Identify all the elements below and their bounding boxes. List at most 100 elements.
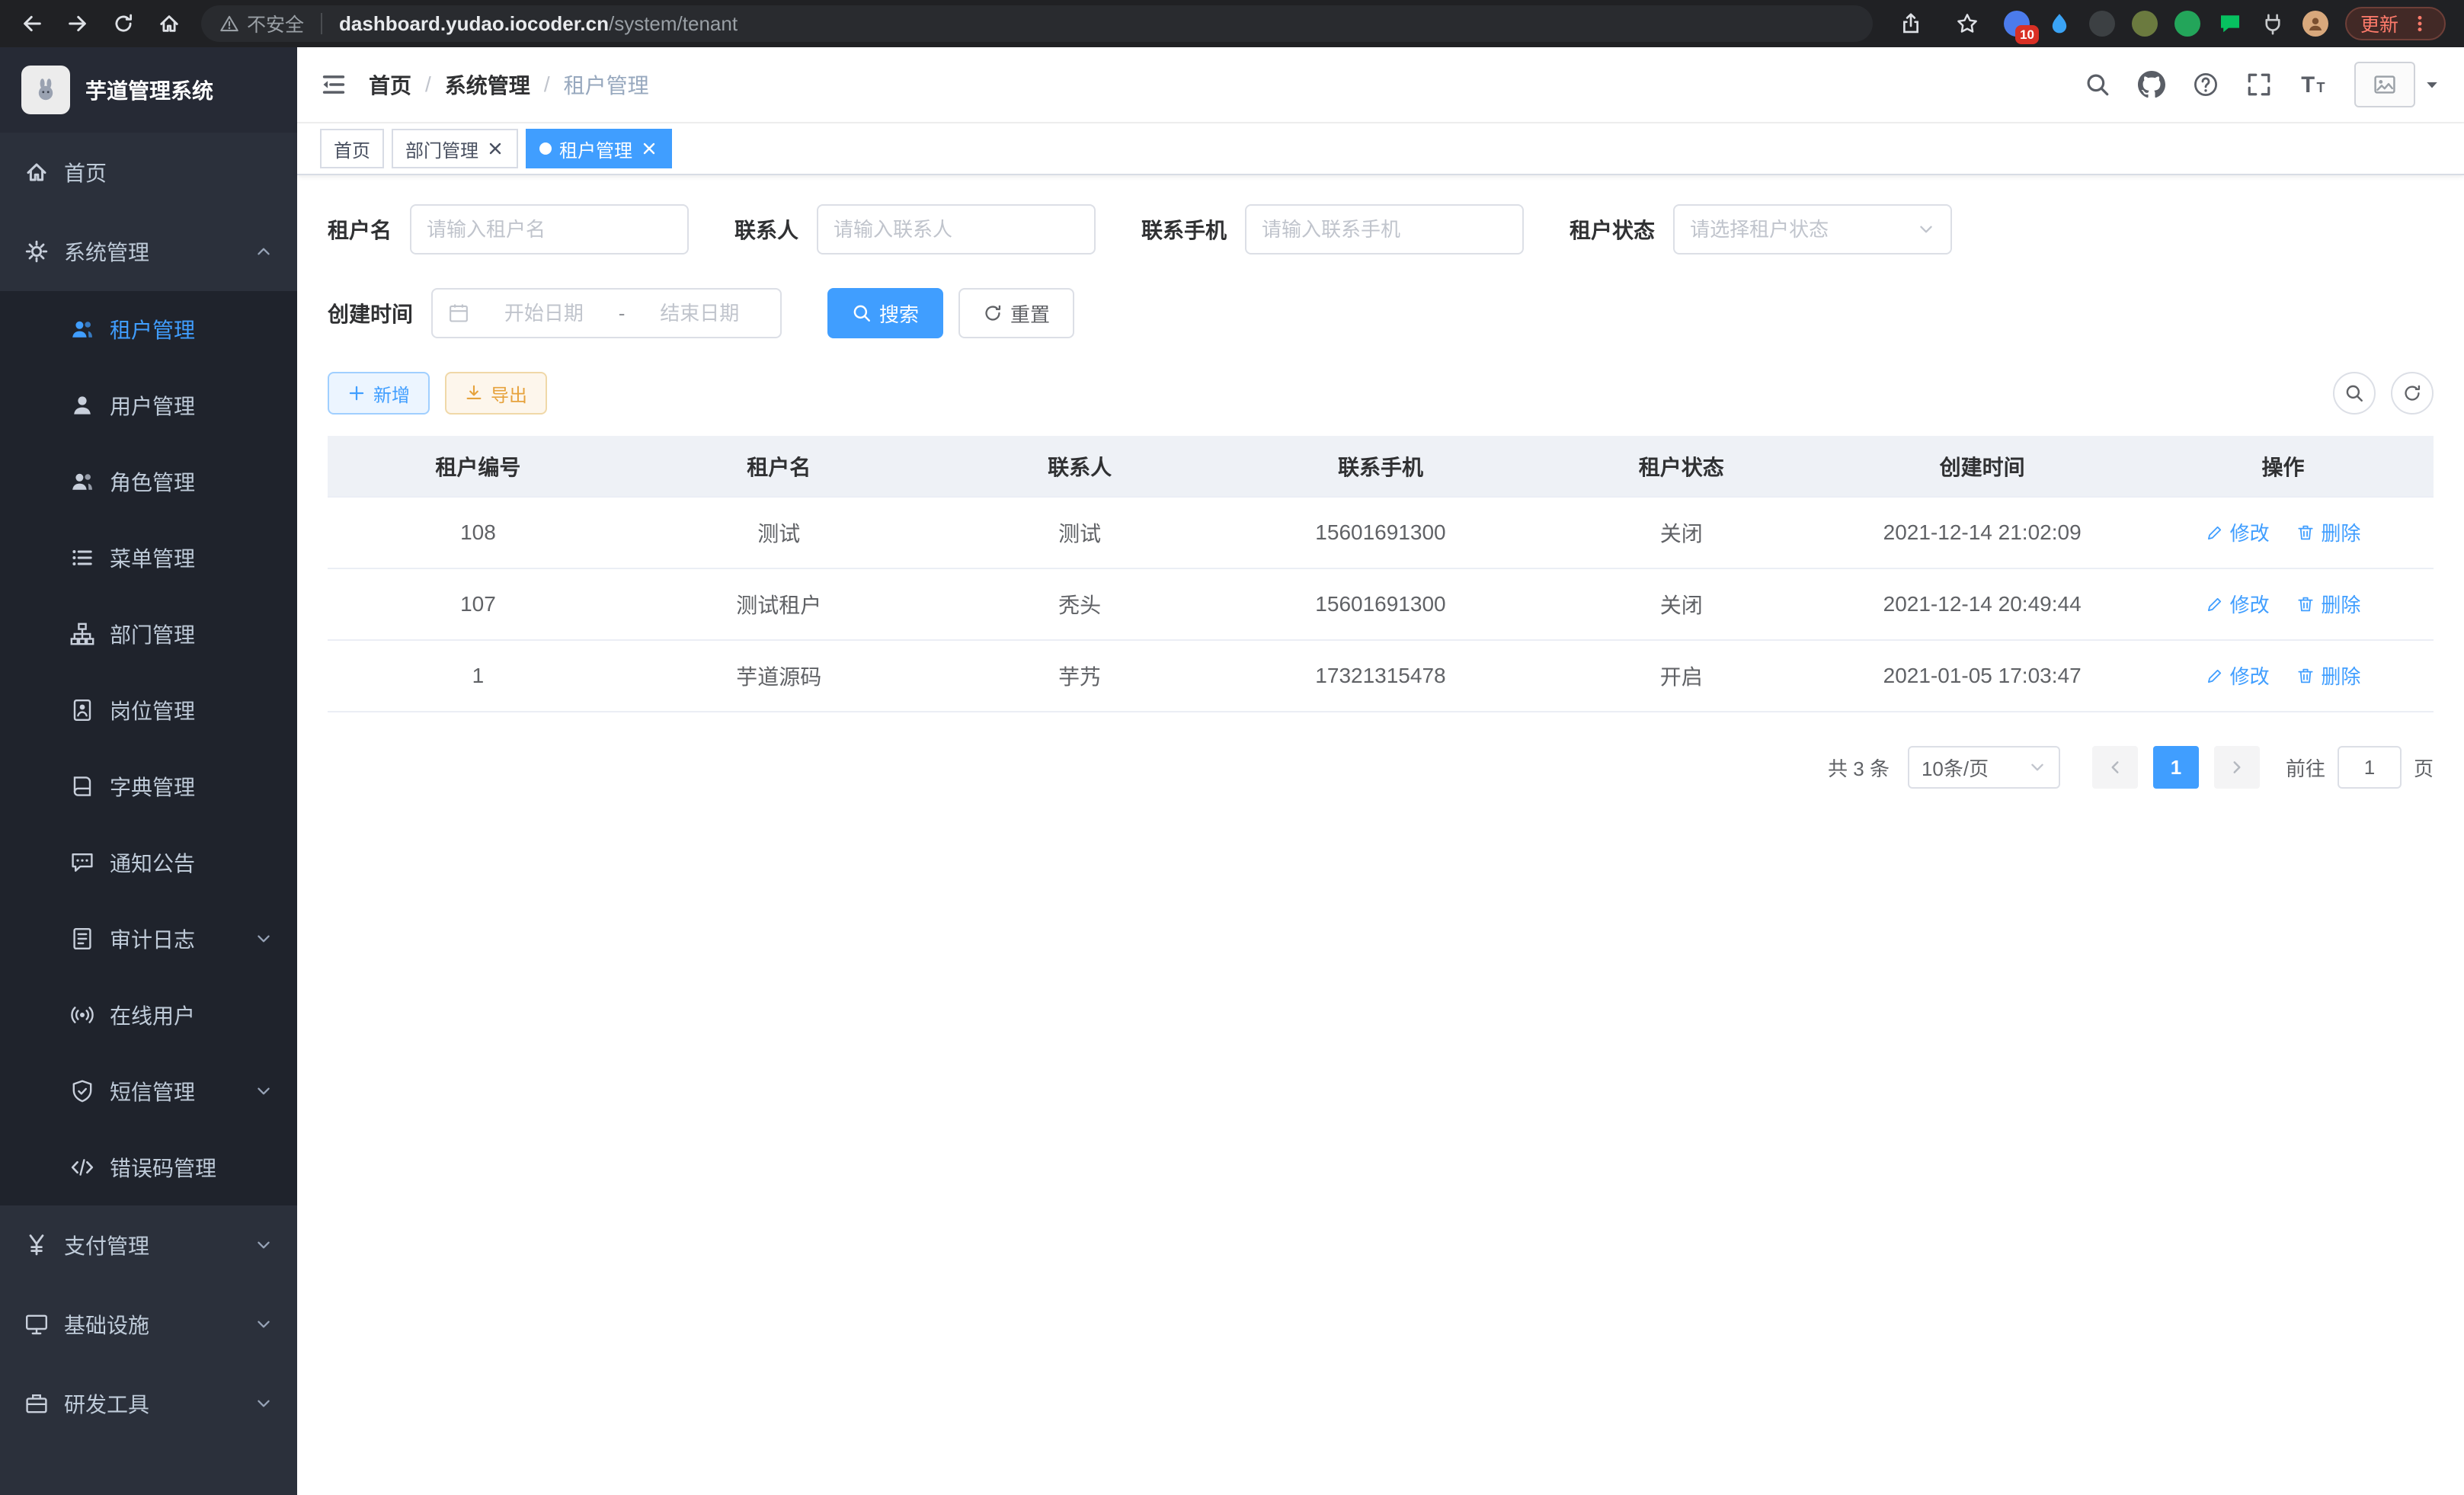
extension-icon-3[interactable] — [2089, 11, 2115, 37]
sidebar-item-home[interactable]: 首页 — [0, 133, 297, 212]
caret-down-icon — [2423, 75, 2441, 94]
star-icon — [1956, 12, 1979, 35]
sidebar-item-notice[interactable]: 通知公告 — [0, 824, 297, 901]
reset-button-label: 重置 — [1010, 299, 1050, 328]
tab-dept[interactable]: 部门管理 — [392, 129, 518, 168]
sidebar-item-menu[interactable]: 菜单管理 — [0, 520, 297, 596]
status-select-input[interactable] — [1690, 218, 1908, 242]
contact-input[interactable] — [834, 218, 1079, 242]
field-label: 租户状态 — [1570, 214, 1655, 245]
sidebar-item-tenant[interactable]: 租户管理 — [0, 291, 297, 367]
tab-home[interactable]: 首页 — [320, 129, 384, 168]
share-button[interactable] — [1891, 4, 1931, 43]
chevron-right-icon — [2228, 758, 2246, 776]
shield-icon — [70, 1079, 94, 1103]
sidebar-item-user[interactable]: 用户管理 — [0, 367, 297, 443]
search-button[interactable]: 搜索 — [827, 288, 943, 338]
sidebar-item-infra[interactable]: 基础设施 — [0, 1285, 297, 1364]
status-select[interactable] — [1673, 204, 1952, 255]
sidebar-item-online-users[interactable]: 在线用户 — [0, 977, 297, 1053]
extension-icon-2[interactable] — [2046, 11, 2072, 37]
goto-page-input[interactable] — [2338, 746, 2402, 789]
delete-button[interactable]: 删除 — [2296, 518, 2360, 546]
breadcrumb-separator: / — [544, 72, 550, 97]
tab-tenant[interactable]: 租户管理 — [526, 129, 672, 168]
address-bar[interactable]: 不安全 dashboard.yudao.iocoder.cn/system/te… — [201, 5, 1873, 42]
extension-icon-1[interactable]: 10 — [2004, 11, 2030, 37]
trash-icon — [2296, 523, 2315, 542]
cell-status: 关闭 — [1531, 497, 1832, 568]
prev-page-button[interactable] — [2092, 746, 2138, 789]
sidebar-item-label: 部门管理 — [110, 619, 273, 649]
date-range-picker[interactable]: - — [431, 288, 782, 338]
delete-button[interactable]: 删除 — [2296, 590, 2360, 618]
filter-contact: 联系人 — [734, 204, 1096, 255]
tab-label: 首页 — [334, 136, 370, 162]
monitor-icon — [24, 1312, 49, 1337]
reset-button[interactable]: 重置 — [958, 288, 1074, 338]
sidebar-item-label: 系统管理 — [64, 236, 239, 267]
extension-icon-5[interactable] — [2174, 11, 2200, 37]
sidebar-item-system[interactable]: 系统管理 — [0, 212, 297, 291]
forward-icon — [66, 12, 89, 35]
breadcrumb-home[interactable]: 首页 — [369, 69, 411, 100]
delete-button[interactable]: 删除 — [2296, 661, 2360, 690]
field-label: 联系手机 — [1141, 214, 1227, 245]
delete-button-label: 删除 — [2321, 518, 2360, 546]
edit-button[interactable]: 修改 — [2206, 590, 2270, 618]
page-size-select[interactable]: 10条/页 — [1908, 746, 2060, 789]
browser-update-button[interactable]: 更新 — [2345, 7, 2446, 40]
github-icon[interactable] — [2138, 71, 2165, 98]
user-menu[interactable] — [2354, 62, 2441, 107]
browser-reload-button[interactable] — [104, 4, 143, 43]
refresh-icon — [983, 303, 1003, 323]
goto-label: 前往 — [2286, 754, 2325, 782]
close-icon[interactable] — [640, 139, 658, 158]
sidebar-item-label: 研发工具 — [64, 1388, 239, 1419]
extension-icon-7[interactable] — [2260, 11, 2286, 37]
toggle-search-button[interactable] — [2333, 372, 2376, 415]
security-status[interactable]: 不安全 — [219, 10, 304, 37]
cell-tenant-id: 108 — [328, 497, 629, 568]
close-icon[interactable] — [486, 139, 504, 158]
page-number-button[interactable]: 1 — [2153, 746, 2199, 789]
browser-back-button[interactable] — [12, 4, 52, 43]
sidebar-item-role[interactable]: 角色管理 — [0, 443, 297, 520]
add-button[interactable]: 新增 — [328, 372, 430, 415]
pencil-icon — [2206, 595, 2224, 613]
edit-button[interactable]: 修改 — [2206, 518, 2270, 546]
sidebar-item-dept[interactable]: 部门管理 — [0, 596, 297, 672]
refresh-table-button[interactable] — [2391, 372, 2434, 415]
extension-icon-4[interactable] — [2132, 11, 2158, 37]
next-page-button[interactable] — [2214, 746, 2260, 789]
column-header-created: 创建时间 — [1832, 436, 2133, 497]
sidebar-item-sms[interactable]: 短信管理 — [0, 1053, 297, 1129]
export-button[interactable]: 导出 — [445, 372, 547, 415]
app-logo[interactable]: 芋道管理系统 — [0, 47, 297, 133]
sidebar-item-audit-log[interactable]: 审计日志 — [0, 901, 297, 977]
sidebar-item-devtools[interactable]: 研发工具 — [0, 1364, 297, 1443]
sidebar-item-post[interactable]: 岗位管理 — [0, 672, 297, 748]
pencil-icon — [2206, 667, 2224, 685]
extension-icon-6[interactable] — [2217, 11, 2243, 37]
date-end-input[interactable] — [634, 302, 765, 325]
browser-profile-avatar[interactable] — [2302, 11, 2328, 37]
edit-button[interactable]: 修改 — [2206, 661, 2270, 690]
bookmark-button[interactable] — [1947, 4, 1987, 43]
sidebar-item-payment[interactable]: 支付管理 — [0, 1205, 297, 1285]
browser-forward-button[interactable] — [58, 4, 98, 43]
sidebar-toggle-button[interactable] — [320, 71, 347, 98]
date-start-input[interactable] — [478, 302, 610, 325]
sidebar-item-error-code[interactable]: 错误码管理 — [0, 1129, 297, 1205]
browser-home-button[interactable] — [149, 4, 189, 43]
header-search-icon[interactable] — [2085, 72, 2110, 98]
fullscreen-icon[interactable] — [2246, 72, 2272, 98]
help-icon[interactable] — [2193, 72, 2219, 98]
mobile-input[interactable] — [1262, 218, 1507, 242]
sidebar-item-dict[interactable]: 字典管理 — [0, 748, 297, 824]
user-avatar[interactable] — [2354, 62, 2415, 107]
chevron-down-icon — [1917, 220, 1935, 238]
breadcrumb-system[interactable]: 系统管理 — [445, 69, 530, 100]
font-size-icon[interactable] — [2299, 71, 2327, 98]
tenant-name-input[interactable] — [427, 218, 672, 242]
